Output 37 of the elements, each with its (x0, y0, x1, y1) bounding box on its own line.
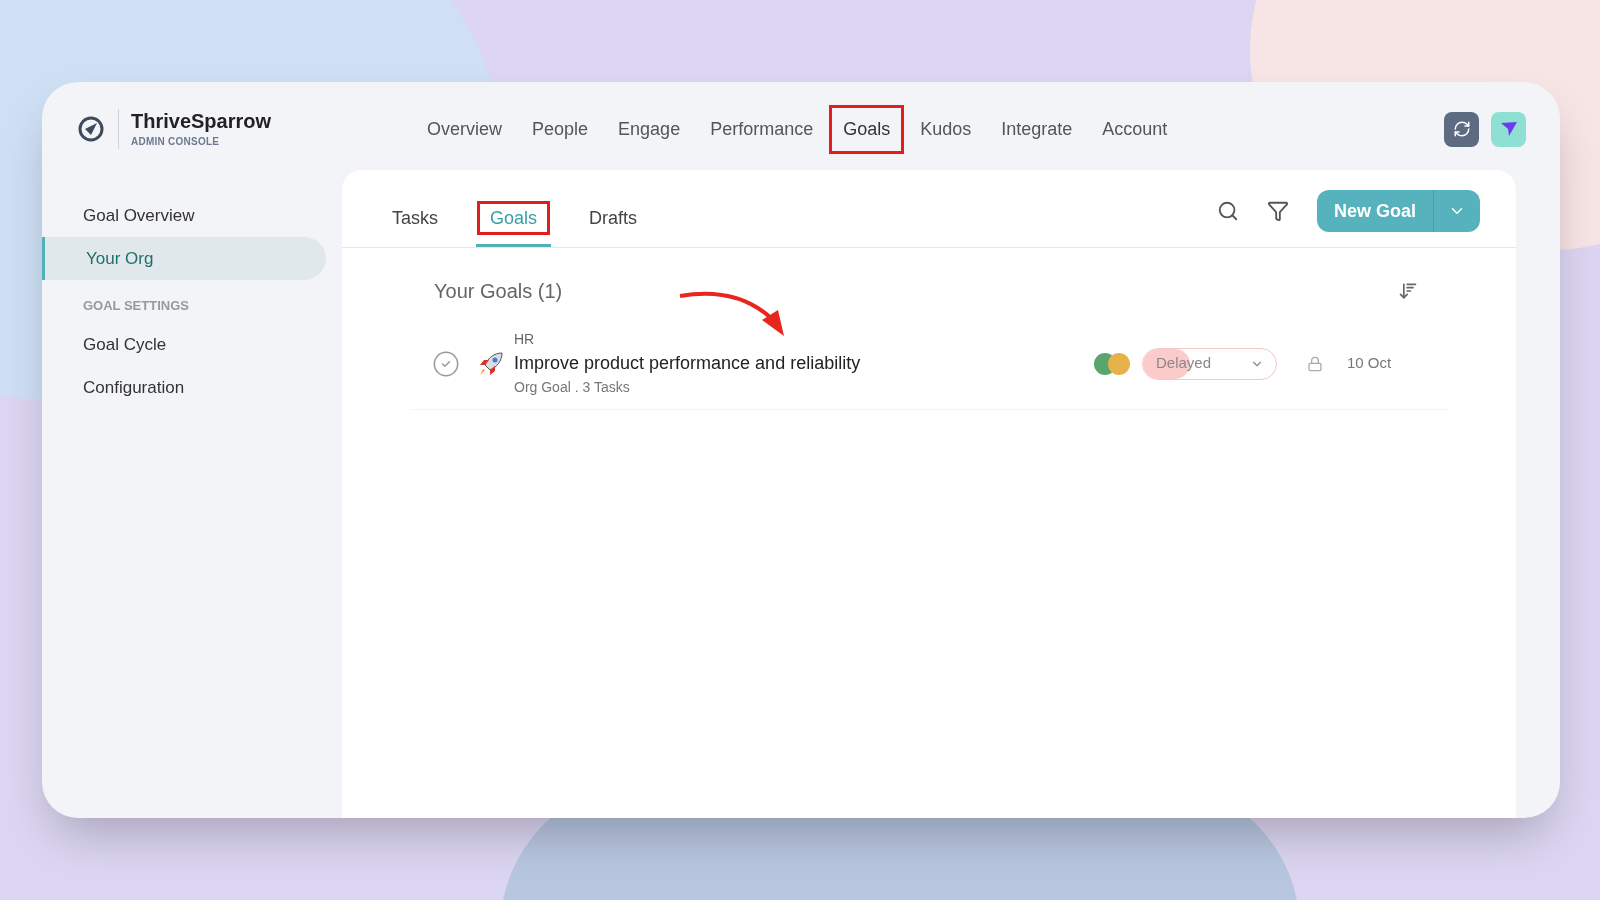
tab[interactable]: Drafts (575, 205, 652, 247)
lock-icon (1307, 355, 1323, 372)
nav-link[interactable]: Performance (699, 107, 825, 151)
nav-link[interactable]: Kudos (909, 107, 983, 151)
tab-label: Goals (480, 204, 548, 232)
avatar (1108, 352, 1130, 375)
goal-department: HR (514, 330, 536, 349)
sync-icon (1452, 120, 1471, 138)
sidebar-item[interactable]: Your Org (42, 237, 326, 280)
tab-label: Drafts (588, 207, 639, 230)
tab[interactable]: Tasks (378, 205, 452, 247)
brand-subtitle: ADMIN CONSOLE (131, 135, 221, 149)
nav-link[interactable]: People (521, 107, 600, 151)
goal-meta: Org Goal . 3 Tasks (514, 378, 631, 397)
rocket-icon (478, 350, 504, 377)
sidebar-item[interactable]: Configuration (42, 366, 326, 410)
app-switch-button[interactable] (1491, 111, 1526, 147)
tab-label: Tasks (391, 207, 439, 230)
sidebar-heading: GOAL SETTINGS (82, 297, 190, 315)
nav-link[interactable]: Integrate (990, 107, 1084, 151)
sort-icon[interactable] (1398, 281, 1418, 301)
sidebar-item[interactable]: Goal Cycle (42, 323, 326, 367)
status-label: Delayed (1156, 353, 1212, 374)
complete-checkbox[interactable] (432, 349, 460, 378)
due-date: 10 Oct (1347, 353, 1392, 374)
search-icon[interactable] (1216, 200, 1239, 222)
list-title: Your Goals (1) (434, 279, 563, 304)
sync-button[interactable] (1444, 111, 1479, 147)
logo-icon (76, 114, 106, 144)
nav-link[interactable]: Goals (832, 107, 902, 151)
goal-title[interactable]: Improve product performance and reliability (514, 350, 1074, 377)
nav-link[interactable]: Engage (607, 107, 692, 151)
nav-link[interactable]: Overview (416, 107, 513, 151)
nav-link[interactable]: Account (1091, 107, 1179, 151)
sidebar-item[interactable]: Goal Overview (42, 194, 326, 237)
brand-name: ThriveSparrow (131, 109, 272, 134)
filter-icon[interactable] (1266, 200, 1289, 222)
